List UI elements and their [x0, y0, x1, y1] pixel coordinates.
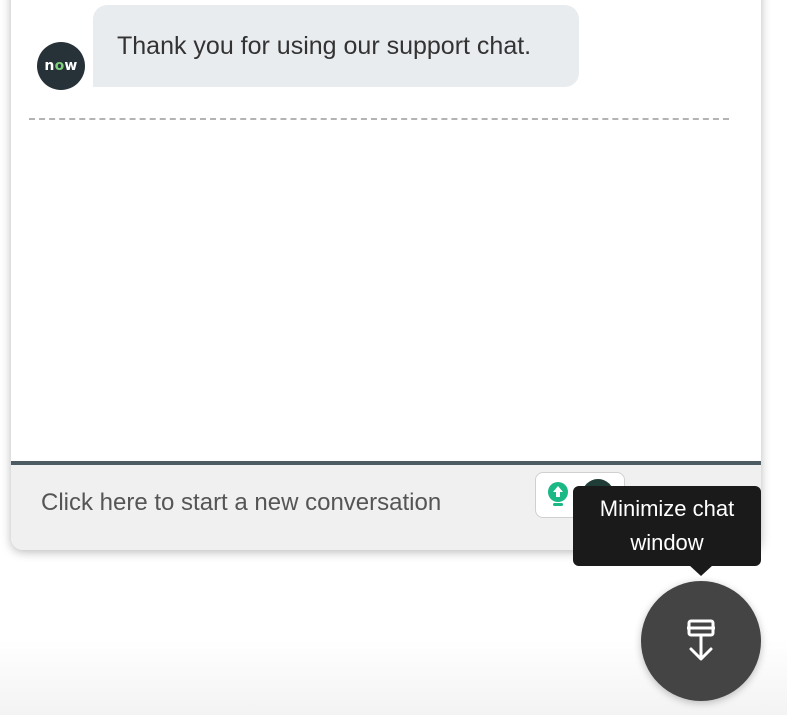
- minimize-tooltip: Minimize chat window: [573, 486, 761, 566]
- minimize-download-icon: [687, 619, 715, 661]
- new-conversation-label: Click here to start a new conversation: [41, 489, 442, 516]
- tooltip-arrow: [689, 565, 713, 576]
- chat-window: now Thank you for using our support chat…: [11, 0, 761, 550]
- message-bubble: Thank you for using our support chat.: [93, 5, 579, 87]
- agent-avatar: now: [37, 42, 85, 90]
- conversation-divider: [29, 118, 729, 120]
- message-list: now Thank you for using our support chat…: [11, 0, 761, 463]
- minimize-chat-button[interactable]: [641, 581, 761, 701]
- lightbulb-icon: [544, 481, 572, 509]
